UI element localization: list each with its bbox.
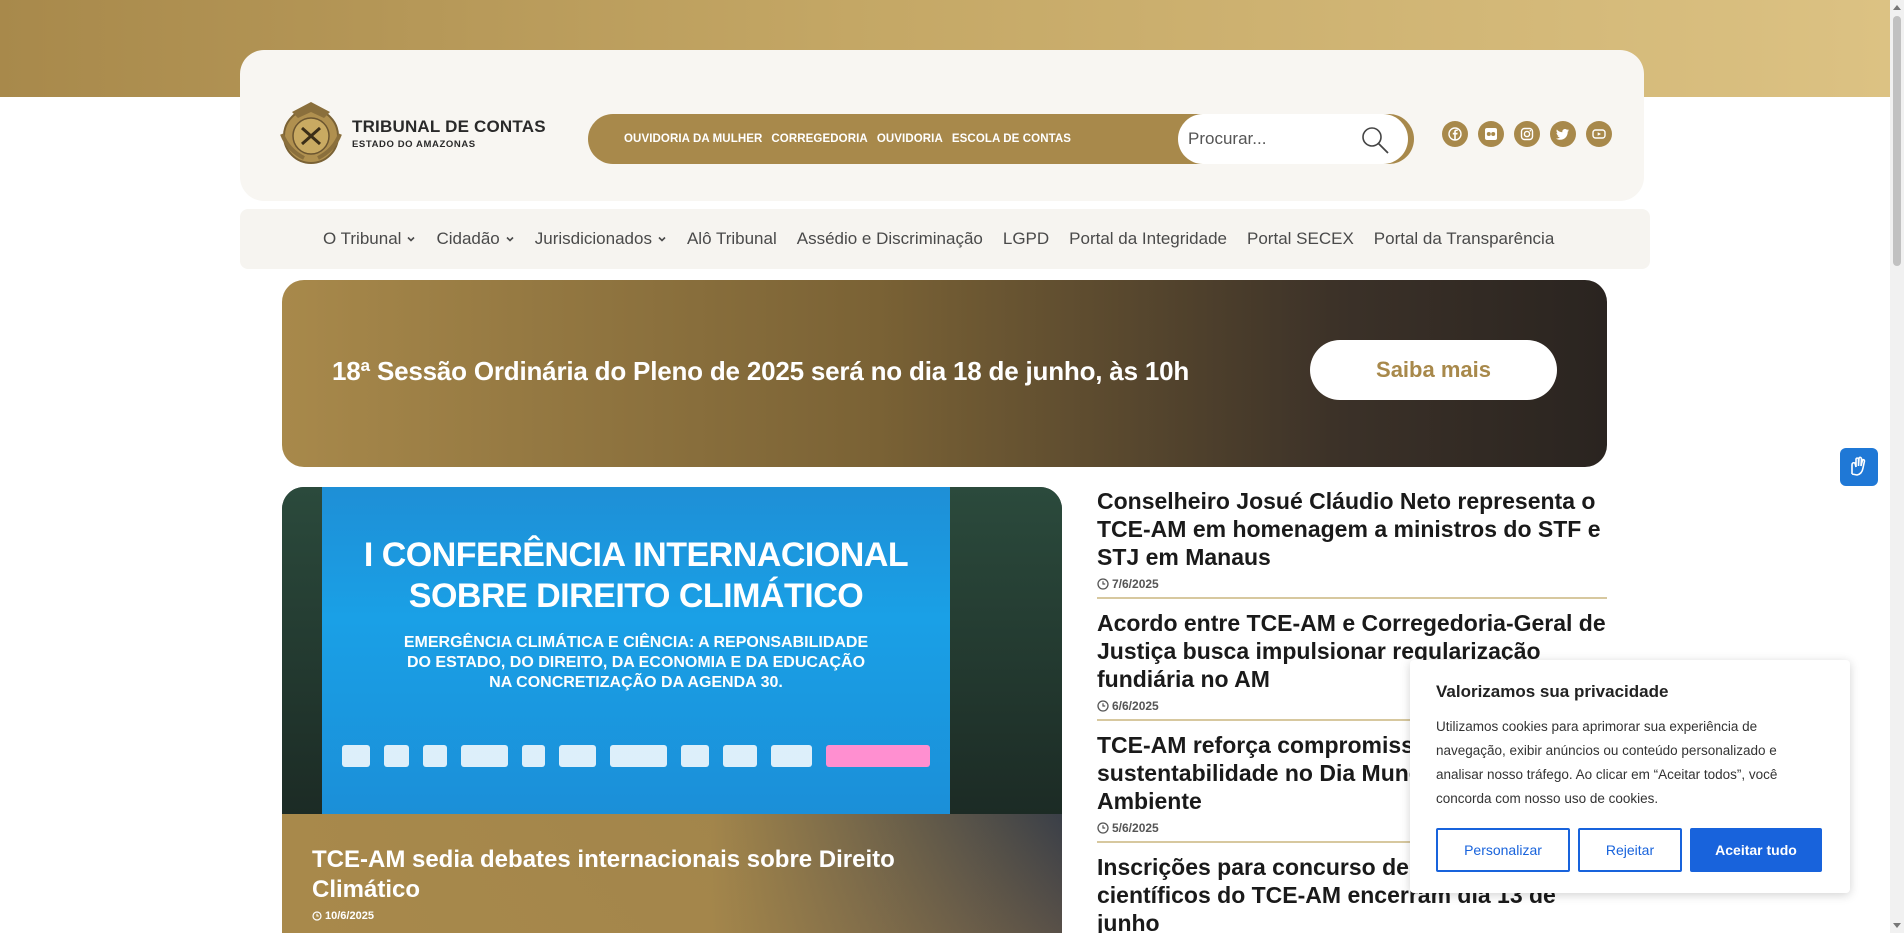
link-ouvidoria[interactable]: OUVIDORIA bbox=[877, 133, 943, 145]
news-date-text: 6/6/2025 bbox=[1112, 699, 1159, 713]
news-date: 7/6/2025 bbox=[1097, 577, 1607, 591]
search-box bbox=[1178, 114, 1408, 164]
featured-date-text: 10/6/2025 bbox=[325, 910, 374, 922]
cookie-text: Utilizamos cookies para aprimorar sua ex… bbox=[1436, 719, 1778, 806]
news-title[interactable]: Conselheiro Josué Cláudio Neto represent… bbox=[1097, 487, 1607, 571]
link-ouvidoria-mulher[interactable]: OUVIDORIA DA MULHER bbox=[624, 133, 762, 145]
site-logo[interactable]: TRIBUNAL DE CONTAS ESTADO DO AMAZONAS bbox=[274, 98, 546, 168]
nav-cidadao[interactable]: Cidadão bbox=[436, 229, 514, 249]
clock-icon bbox=[312, 911, 322, 921]
scroll-thumb[interactable] bbox=[1893, 16, 1901, 266]
nav-o-tribunal[interactable]: O Tribunal bbox=[323, 229, 416, 249]
photo-screen-sub-line: EMERGÊNCIA CLIMÁTICA E CIÊNCIA: A REPONS… bbox=[403, 634, 869, 651]
search-input[interactable] bbox=[1188, 129, 1358, 149]
main-nav: O Tribunal Cidadão Jurisdicionados Alô T… bbox=[240, 209, 1650, 269]
photo-side-right bbox=[950, 487, 1062, 814]
nav-label: Jurisdicionados bbox=[534, 229, 652, 248]
nav-portal-secex[interactable]: Portal SECEX bbox=[1247, 229, 1354, 249]
scroll-down-icon[interactable] bbox=[1893, 923, 1901, 928]
sponsor-logos bbox=[342, 739, 930, 773]
chevron-down-icon bbox=[506, 236, 514, 242]
news-date-text: 5/6/2025 bbox=[1112, 821, 1159, 835]
photo-screen: I CONFERÊNCIA INTERNACIONAL SOBRE DIREIT… bbox=[322, 487, 950, 814]
facebook-icon[interactable] bbox=[1442, 121, 1468, 147]
photo-side-left bbox=[282, 487, 322, 814]
accept-all-button[interactable]: Aceitar tudo bbox=[1690, 828, 1822, 872]
clock-icon bbox=[1097, 700, 1109, 712]
chevron-down-icon bbox=[658, 236, 666, 242]
scroll-up-icon[interactable] bbox=[1893, 5, 1901, 10]
reject-button[interactable]: Rejeitar bbox=[1578, 828, 1682, 872]
chevron-down-icon bbox=[407, 236, 416, 242]
photo-screen-subtitle: EMERGÊNCIA CLIMÁTICA E CIÊNCIA: A REPONS… bbox=[322, 633, 950, 693]
news-date-text: 7/6/2025 bbox=[1112, 577, 1159, 591]
instagram-icon[interactable] bbox=[1514, 121, 1540, 147]
nav-alo-tribunal[interactable]: Alô Tribunal bbox=[687, 229, 777, 249]
photo-screen-title: I CONFERÊNCIA INTERNACIONAL SOBRE DIREIT… bbox=[322, 535, 950, 617]
cookie-consent-banner: Valorizamos sua privacidade Utilizamos c… bbox=[1410, 660, 1850, 893]
nav-portal-transparencia[interactable]: Portal da Transparência bbox=[1374, 229, 1555, 249]
saiba-mais-button[interactable]: Saiba mais bbox=[1310, 340, 1557, 400]
photo-screen-title-line: SOBRE DIREITO CLIMÁTICO bbox=[408, 577, 864, 615]
photo-screen-sub-line: NA CONCRETIZAÇÃO DA AGENDA 30. bbox=[489, 674, 783, 691]
flickr-icon[interactable] bbox=[1478, 121, 1504, 147]
logo-subtitle: ESTADO DO AMAZONAS bbox=[352, 138, 476, 150]
vertical-scrollbar[interactable] bbox=[1890, 0, 1904, 933]
link-escola-de-contas[interactable]: ESCOLA DE CONTAS bbox=[952, 133, 1071, 145]
quick-links-bar: OUVIDORIA DA MULHER CORREGEDORIA OUVIDOR… bbox=[588, 114, 1414, 164]
featured-title[interactable]: TCE-AM sedia debates internacionais sobr… bbox=[312, 845, 962, 905]
nav-label: Cidadão bbox=[436, 229, 500, 248]
header: TRIBUNAL DE CONTAS ESTADO DO AMAZONAS OU… bbox=[240, 50, 1644, 201]
cookie-title: Valorizamos sua privacidade bbox=[1436, 682, 1669, 701]
featured-news[interactable]: I CONFERÊNCIA INTERNACIONAL SOBRE DIREIT… bbox=[282, 487, 1062, 933]
youtube-icon[interactable] bbox=[1586, 121, 1612, 147]
accessibility-button[interactable] bbox=[1840, 448, 1878, 486]
photo-screen-title-line: I CONFERÊNCIA INTERNACIONAL bbox=[363, 536, 909, 574]
search-icon[interactable] bbox=[1360, 125, 1390, 155]
clock-icon bbox=[1097, 578, 1109, 590]
coat-of-arms-icon bbox=[280, 102, 342, 164]
featured-caption: TCE-AM sedia debates internacionais sobr… bbox=[282, 814, 1062, 933]
nav-portal-integridade[interactable]: Portal da Integridade bbox=[1069, 229, 1227, 249]
social-links bbox=[1442, 121, 1612, 147]
twitter-icon[interactable] bbox=[1550, 121, 1576, 147]
featured-date: 10/6/2025 bbox=[312, 910, 374, 922]
news-item[interactable]: Conselheiro Josué Cláudio Neto represent… bbox=[1097, 487, 1607, 599]
announcement-banner: 18ª Sessão Ordinária do Pleno de 2025 se… bbox=[282, 280, 1607, 467]
photo-screen-sub-line: DO ESTADO, DO DIREITO, DA ECONOMIA E DA … bbox=[406, 654, 866, 671]
sign-language-icon bbox=[1851, 456, 1866, 476]
clock-icon bbox=[1097, 822, 1109, 834]
nav-label: O Tribunal bbox=[323, 229, 402, 248]
nav-jurisdicionados[interactable]: Jurisdicionados bbox=[535, 229, 667, 249]
banner-text: 18ª Sessão Ordinária do Pleno de 2025 se… bbox=[332, 356, 1190, 386]
nav-assedio[interactable]: Assédio e Discriminação bbox=[797, 229, 983, 249]
nav-lgpd[interactable]: LGPD bbox=[1003, 229, 1049, 249]
logo-title: TRIBUNAL DE CONTAS bbox=[352, 116, 546, 136]
link-corregedoria[interactable]: CORREGEDORIA bbox=[771, 133, 867, 145]
customize-button[interactable]: Personalizar bbox=[1436, 828, 1570, 872]
